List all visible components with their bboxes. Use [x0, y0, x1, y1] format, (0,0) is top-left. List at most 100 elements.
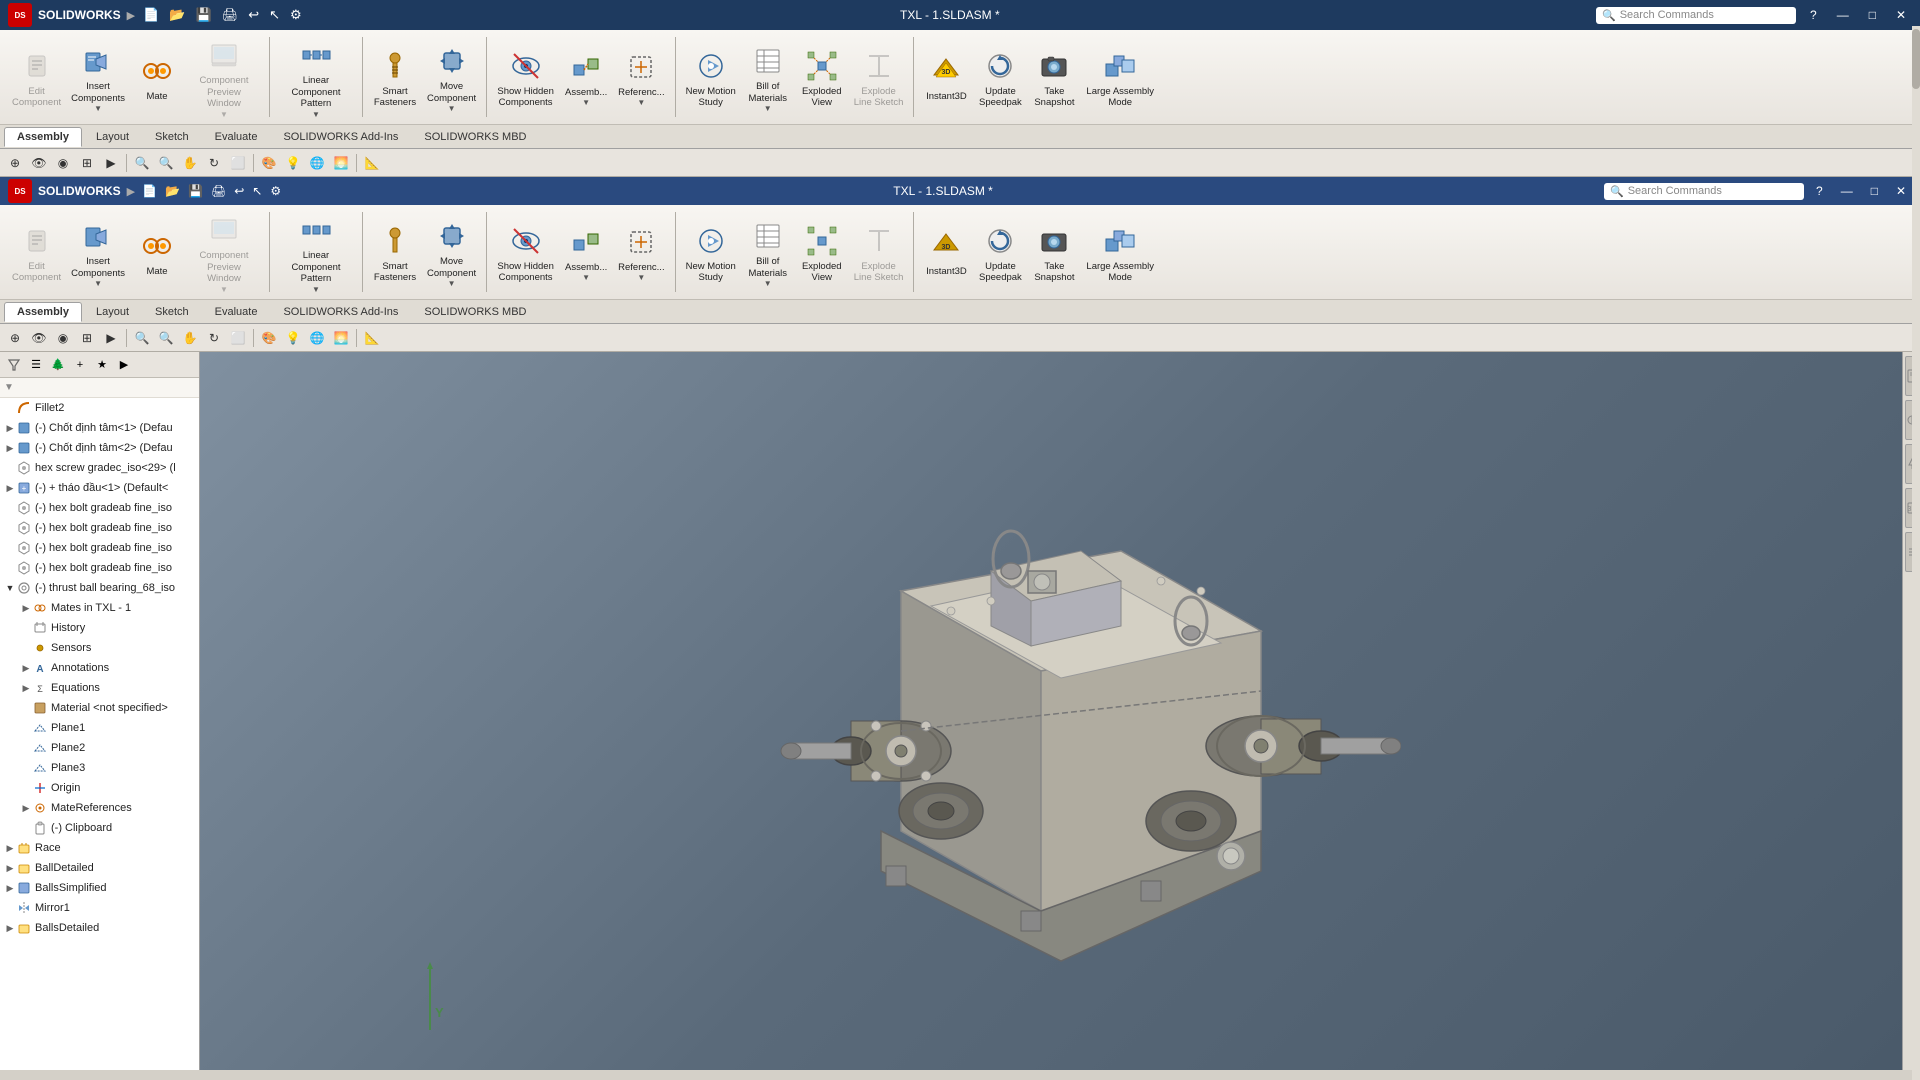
- tab-addins-2[interactable]: SOLIDWORKS Add-Ins: [271, 303, 410, 321]
- tab-layout-2[interactable]: Layout: [84, 303, 141, 321]
- new-icon[interactable]: 📄: [141, 5, 161, 25]
- view-orientation-btn[interactable]: ⊕: [4, 152, 26, 174]
- tree-balls-simplified[interactable]: ▶ BallsSimplified: [0, 878, 199, 898]
- display2-btn-2[interactable]: 🌐: [306, 327, 328, 349]
- tab-assembly-1[interactable]: Assembly: [4, 127, 82, 147]
- pan-icon[interactable]: ✋: [179, 152, 201, 174]
- tab-evaluate-1[interactable]: Evaluate: [203, 128, 270, 146]
- speedpak-btn-2[interactable]: UpdateSpeedpak: [974, 208, 1026, 296]
- search-box[interactable]: 🔍 Search Commands: [1596, 7, 1796, 24]
- display-btn[interactable]: 💡: [282, 152, 304, 174]
- tree-star-icon[interactable]: ★: [92, 355, 112, 375]
- tree-bolt3[interactable]: (-) hex bolt gradeab fine_iso: [0, 538, 199, 558]
- arrow-2[interactable]: ▶: [127, 185, 135, 198]
- instant3d-btn[interactable]: 3D Instant3D: [920, 33, 972, 121]
- explode-line-btn[interactable]: ExplodeLine Sketch: [850, 33, 908, 121]
- select-icon[interactable]: ↖: [267, 5, 282, 25]
- box-select-icon-2[interactable]: ⬜: [227, 327, 249, 349]
- zoom2-icon-2[interactable]: 🔍: [155, 327, 177, 349]
- appearance-btn[interactable]: 🎨: [258, 152, 280, 174]
- tab-layout-1[interactable]: Layout: [84, 128, 141, 146]
- tree-race[interactable]: ▶ Race: [0, 838, 199, 858]
- open2-icon[interactable]: 📂: [164, 183, 181, 199]
- open-icon[interactable]: 📂: [167, 5, 187, 25]
- snapshot-btn-2[interactable]: TakeSnapshot: [1028, 208, 1080, 296]
- select2-icon[interactable]: ↖: [251, 183, 263, 199]
- tree-balls-detailed2[interactable]: ▶ BallsDetailed: [0, 918, 199, 938]
- scene-btn-2[interactable]: 🌅: [330, 327, 352, 349]
- bom-btn-2[interactable]: Bill ofMaterials ▼: [742, 208, 794, 296]
- rotate-icon-2[interactable]: ↻: [203, 327, 225, 349]
- tree-bolt2[interactable]: (-) hex bolt gradeab fine_iso: [0, 518, 199, 538]
- maximize-btn[interactable]: □: [1863, 6, 1882, 24]
- hide-show-btn-2[interactable]: 👁: [28, 327, 50, 349]
- print2-icon[interactable]: 🖨: [210, 183, 227, 199]
- mate-btn[interactable]: Mate: [131, 33, 183, 121]
- display-state-btn[interactable]: ◉: [52, 152, 74, 174]
- tree-equations[interactable]: ▶ Σ Equations: [0, 678, 199, 698]
- tree-origin[interactable]: Origin: [0, 778, 199, 798]
- print-icon[interactable]: 🖨: [220, 5, 241, 25]
- minimize-btn[interactable]: —: [1831, 6, 1855, 24]
- section-view-btn-2[interactable]: ⊞: [76, 327, 98, 349]
- tab-sketch-2[interactable]: Sketch: [143, 303, 201, 321]
- assemble-btn[interactable]: Assemb... ▼: [560, 33, 612, 121]
- tab-mbd-1[interactable]: SOLIDWORKS MBD: [412, 128, 538, 146]
- close-btn-2[interactable]: ✕: [1890, 182, 1912, 200]
- tree-thrust[interactable]: ▼ (-) thrust ball bearing_68_iso: [0, 578, 199, 598]
- tree-history[interactable]: History: [0, 618, 199, 638]
- tree-chot1[interactable]: ▶ (-) Chốt định tâm<1> (Defau: [0, 418, 199, 438]
- mate-btn-2[interactable]: Mate: [131, 208, 183, 296]
- tree-hex-screw[interactable]: hex screw gradec_iso<29> (l: [0, 458, 199, 478]
- arrow-right-strip[interactable]: ▶: [100, 152, 122, 174]
- explode-line-btn-2[interactable]: ExplodeLine Sketch: [850, 208, 908, 296]
- tab-mbd-2[interactable]: SOLIDWORKS MBD: [412, 303, 538, 321]
- view-btn-2[interactable]: 📐: [361, 327, 383, 349]
- edit-component-btn[interactable]: EditComponent: [8, 33, 65, 121]
- smart-fast-btn-2[interactable]: SmartFasteners: [369, 208, 421, 296]
- explode-btn-2[interactable]: ExplodedView: [796, 208, 848, 296]
- tree-filter-icon[interactable]: [4, 355, 24, 375]
- undo-icon[interactable]: ↩: [246, 5, 261, 25]
- preview-btn-2[interactable]: ComponentPreview Window ▼: [185, 208, 263, 296]
- display-btn-2[interactable]: 💡: [282, 327, 304, 349]
- tree-plane2[interactable]: Plane2: [0, 738, 199, 758]
- display-state-btn-2[interactable]: ◉: [52, 327, 74, 349]
- new-motion-study-btn[interactable]: New MotionStudy: [682, 33, 740, 121]
- component-preview-btn[interactable]: ComponentPreview Window ▼: [185, 33, 263, 121]
- search-box-2[interactable]: 🔍 Search Commands: [1604, 183, 1804, 200]
- view-orientation-btn-2[interactable]: ⊕: [4, 327, 26, 349]
- tab-addins-1[interactable]: SOLIDWORKS Add-Ins: [271, 128, 410, 146]
- close-btn[interactable]: ✕: [1890, 6, 1912, 24]
- tree-material[interactable]: Material <not specified>: [0, 698, 199, 718]
- linear-pattern-btn-2[interactable]: Linear Component Pattern ▼: [276, 208, 356, 296]
- options2-icon[interactable]: ⚙: [269, 183, 282, 199]
- insert-components-btn-2[interactable]: InsertComponents ▼: [67, 208, 129, 296]
- tree-bolt1[interactable]: (-) hex bolt gradeab fine_iso: [0, 498, 199, 518]
- maximize-btn-2[interactable]: □: [1865, 182, 1884, 200]
- tree-ball-detailed[interactable]: ▶ BallDetailed: [0, 858, 199, 878]
- zoom-icon-2[interactable]: 🔍: [131, 327, 153, 349]
- large-assembly-btn[interactable]: Large AssemblyMode: [1082, 33, 1158, 121]
- tree-fillet2[interactable]: Fillet2: [0, 398, 199, 418]
- display2-btn[interactable]: 🌐: [306, 152, 328, 174]
- tree-bolt4[interactable]: (-) hex bolt gradeab fine_iso: [0, 558, 199, 578]
- hide-show-btn[interactable]: 👁: [28, 152, 50, 174]
- tree-annotations[interactable]: ▶ A Annotations: [0, 658, 199, 678]
- tree-sensors[interactable]: Sensors: [0, 638, 199, 658]
- scene-btn[interactable]: 🌅: [330, 152, 352, 174]
- show-hidden-btn-2[interactable]: Show HiddenComponents: [493, 208, 558, 296]
- zoom-icon[interactable]: 🔍: [131, 152, 153, 174]
- tab-assembly-2[interactable]: Assembly: [4, 302, 82, 322]
- help-btn-2[interactable]: ?: [1810, 182, 1829, 200]
- tree-list-icon[interactable]: ☰: [26, 355, 46, 375]
- tree-tree-icon[interactable]: 🌲: [48, 355, 68, 375]
- edit-component-btn-2[interactable]: EditComponent: [8, 208, 65, 296]
- tree-clipboard[interactable]: (-) Clipboard: [0, 818, 199, 838]
- smart-fasteners-btn[interactable]: SmartFasteners: [369, 33, 421, 121]
- tree-materef[interactable]: ▶ MateReferences: [0, 798, 199, 818]
- move-component-btn[interactable]: MoveComponent ▼: [423, 33, 480, 121]
- tree-plane3[interactable]: Plane3: [0, 758, 199, 778]
- tree-arrow-icon[interactable]: ▶: [114, 355, 134, 375]
- exploded-view-btn[interactable]: ExplodedView: [796, 33, 848, 121]
